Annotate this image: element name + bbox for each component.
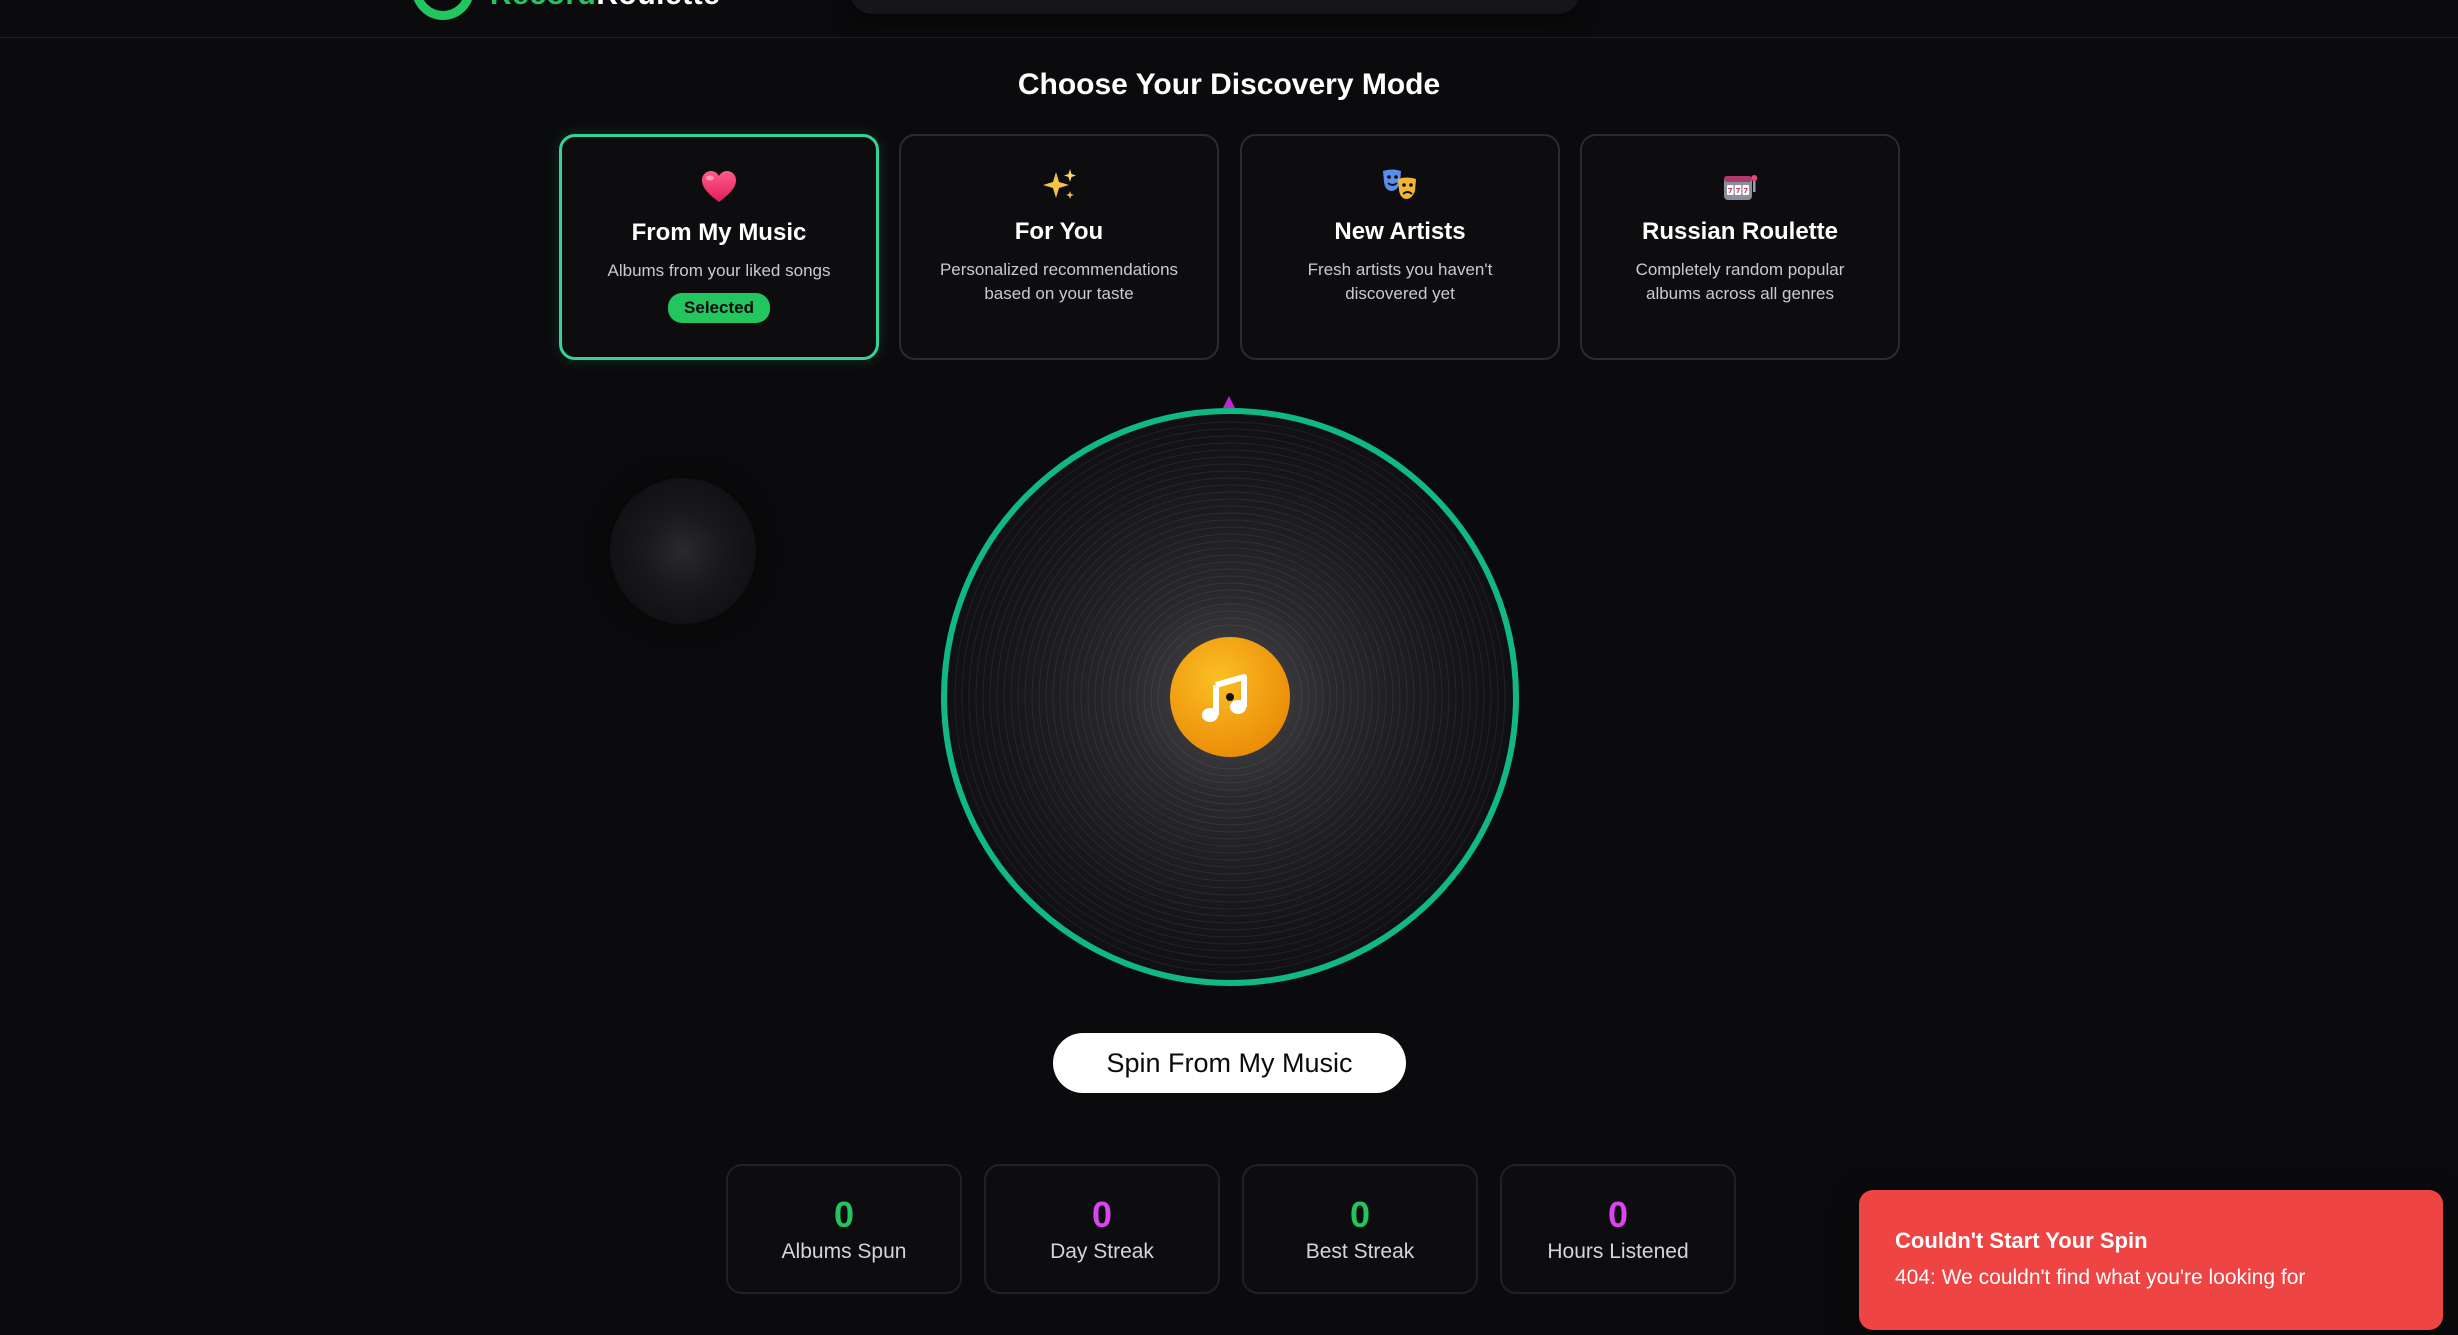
stat-value: 0 [1091,1194,1113,1235]
mode-description: Personalized recommendations based on yo… [939,260,1179,303]
vinyl-record[interactable] [930,390,1530,990]
stat-label: Best Streak [1305,1240,1415,1263]
mode-title: From My Music [631,219,807,246]
stat-card-albums-spun: 0 Albums Spun [726,1164,962,1294]
slot-machine-icon: 7 7 7 [1724,175,1758,200]
logo-icon[interactable] [412,0,474,20]
stat-value: 0 [833,1194,855,1235]
stat-value: 0 [1607,1194,1629,1235]
mode-description: Fresh artists you haven't discovered yet [1307,260,1493,303]
app-page: RecordRoulette Choose Your Discovery Mod… [0,0,2458,1335]
svg-text:7: 7 [1743,187,1748,195]
selected-badge: Selected [668,293,770,323]
spin-button[interactable]: Spin From My Music [1053,1033,1406,1093]
svg-text:7: 7 [1728,187,1733,195]
mode-card-russian-roulette[interactable]: 7 7 7 Russian Roulette Completely random… [1580,134,1900,360]
top-navbar: RecordRoulette [0,0,2458,38]
theater-masks-icon [1383,169,1416,199]
heart-icon [702,171,736,202]
discovery-mode-title: Choose Your Discovery Mode [1017,68,1441,101]
brand-name[interactable]: RecordRoulette [490,0,720,12]
sparkles-icon [1043,169,1076,199]
stat-label: Hours Listened [1547,1240,1689,1263]
svg-text:7: 7 [1736,187,1741,195]
brand-name-part1: Record [490,0,596,11]
mode-title: Russian Roulette [1641,218,1839,245]
toast-message: 404: We couldn't find what you're lookin… [1895,1266,2306,1289]
toast-title: Couldn't Start Your Spin [1895,1228,2148,1253]
stat-label: Day Streak [1050,1240,1154,1263]
mode-description: Completely random popular albums across … [1635,260,1845,303]
stat-label: Albums Spun [781,1240,907,1263]
brand-name-part2: Roulette [596,0,720,11]
stat-card-hours-listened: 0 Hours Listened [1500,1164,1736,1294]
search-bar[interactable] [850,0,1580,14]
mode-card-for-you[interactable]: For You Personalized recommendations bas… [899,134,1219,360]
mode-card-new-artists[interactable]: New Artists Fresh artists you haven't di… [1240,134,1560,360]
mode-title: For You [1014,218,1104,245]
stat-card-day-streak: 0 Day Streak [984,1164,1220,1294]
mode-card-from-my-music[interactable]: From My Music Albums from your liked son… [559,134,879,360]
ghost-disc-decoration [610,478,756,624]
stat-card-best-streak: 0 Best Streak [1242,1164,1478,1294]
mode-description: Albums from your liked songs [607,261,831,280]
mode-title: New Artists [1334,218,1466,245]
stat-value: 0 [1349,1194,1371,1235]
error-toast[interactable]: Couldn't Start Your Spin 404: We couldn'… [1859,1190,2443,1330]
